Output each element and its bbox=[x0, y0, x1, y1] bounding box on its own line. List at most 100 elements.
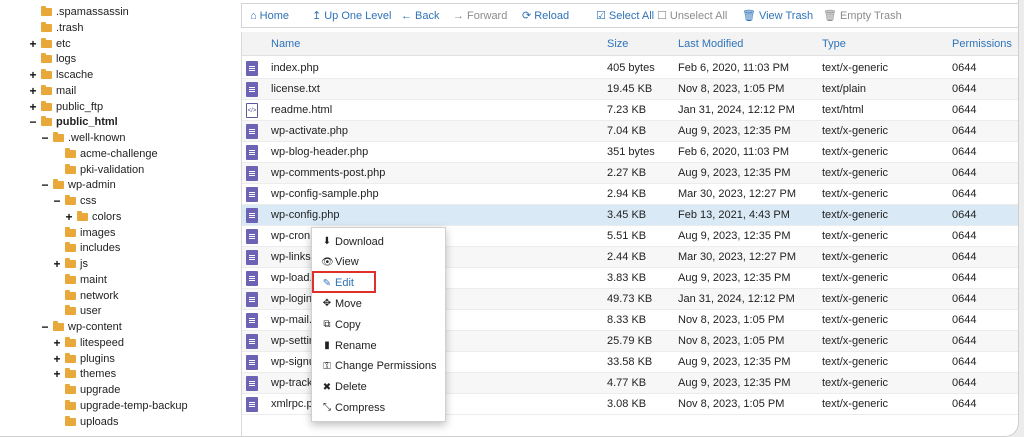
select-all-button[interactable]: ☑ Select All bbox=[596, 6, 654, 26]
cell-modified: Feb 6, 2020, 11:03 PM bbox=[678, 146, 790, 158]
up-one-level-button[interactable]: ↥ Up One Level bbox=[312, 6, 391, 26]
tree-item[interactable]: + etc bbox=[28, 36, 70, 52]
tree-item[interactable]: acme-challenge bbox=[52, 146, 158, 162]
toolbar-button-label: Up One Level bbox=[324, 9, 392, 22]
tree-item-label: uploads bbox=[80, 415, 119, 428]
left-arrow-icon: ← bbox=[401, 9, 412, 22]
tree-item[interactable]: includes bbox=[52, 240, 120, 256]
expand-icon[interactable]: + bbox=[52, 256, 62, 272]
collapse-icon[interactable]: − bbox=[52, 193, 62, 209]
context-menu-item-compress[interactable]: ⤡ Compress bbox=[312, 397, 447, 418]
expand-icon[interactable]: + bbox=[64, 209, 74, 225]
tree-item-label: js bbox=[80, 258, 88, 270]
context-menu-item-edit[interactable]: ✎ Edit bbox=[312, 273, 447, 294]
tree-item[interactable]: + js bbox=[52, 256, 88, 272]
table-row[interactable]: wp-config.php 3.45 KB Feb 13, 2021, 4:43 P… bbox=[242, 205, 1018, 226]
tree-item[interactable]: + themes bbox=[52, 366, 116, 382]
table-row[interactable]: license.txt 19.45 KB Nov 8, 2023, 1:05 PM t… bbox=[242, 79, 1018, 100]
tree-item[interactable]: .trash bbox=[28, 20, 84, 36]
folder-icon bbox=[41, 84, 52, 95]
folder-icon bbox=[65, 415, 76, 426]
expand-icon[interactable]: + bbox=[28, 83, 38, 99]
column-permissions-header[interactable]: Permissions bbox=[952, 32, 1012, 56]
tree-item[interactable]: − public_html bbox=[28, 114, 117, 130]
tree-item[interactable]: − wp-content bbox=[40, 319, 121, 335]
tree-item[interactable]: .spamassassin bbox=[28, 4, 129, 20]
tree-item[interactable]: logs bbox=[28, 51, 76, 67]
folder-icon bbox=[41, 6, 52, 16]
unselect-all-button[interactable]: ☐ Unselect All bbox=[657, 6, 727, 26]
context-menu-item-rename[interactable]: ▮ Rename bbox=[312, 335, 447, 356]
collapse-icon[interactable]: − bbox=[28, 114, 38, 130]
cell-perm: 0644 bbox=[952, 335, 977, 347]
toolbar-button-label: View Trash bbox=[758, 9, 814, 22]
tree-item[interactable]: + colors bbox=[64, 209, 121, 225]
folder-icon bbox=[65, 384, 76, 394]
context-menu-item-move[interactable]: ✥ Move bbox=[312, 293, 447, 314]
column-name-header[interactable]: Name bbox=[271, 32, 300, 56]
text-file-icon bbox=[246, 145, 258, 160]
text-file-icon bbox=[246, 376, 258, 391]
folder-icon bbox=[65, 195, 76, 205]
table-row[interactable]: wp-config-sample.php 2.94 KB Mar 30, 2023,… bbox=[242, 184, 1018, 205]
view-trash-button[interactable]: 🗑 View Trash bbox=[742, 6, 813, 26]
tree-item[interactable]: − wp-admin bbox=[40, 177, 115, 193]
empty-box-icon: ☐ bbox=[657, 10, 667, 22]
folder-icon bbox=[65, 289, 76, 300]
cell-size: 2.94 KB bbox=[607, 188, 647, 200]
cell-size: 33.58 KB bbox=[607, 356, 653, 368]
home-button[interactable]: ⌂ Home bbox=[250, 6, 289, 26]
tree-item[interactable]: + mail bbox=[28, 83, 76, 99]
column-modified-header[interactable]: Last Modified bbox=[678, 32, 743, 56]
cell-type: text/x-generic bbox=[822, 230, 889, 242]
forward-button[interactable]: → Forward bbox=[453, 6, 507, 26]
table-row[interactable]: index.php 405 bytes Feb 6, 2020, 11:03 PM t… bbox=[242, 58, 1018, 79]
tree-item-label: themes bbox=[80, 368, 117, 381]
collapse-icon[interactable]: − bbox=[40, 319, 50, 335]
toolbar-button-label: Home bbox=[259, 9, 289, 22]
context-menu-item-delete[interactable]: ✖ Delete bbox=[312, 377, 447, 398]
reload-button[interactable]: ⟳ Reload bbox=[522, 6, 569, 26]
cell-modified: Mar 30, 2023, 12:27 PM bbox=[678, 251, 797, 263]
tree-item[interactable]: + public_ftp bbox=[28, 99, 103, 115]
tree-item[interactable]: upgrade-temp-backup bbox=[52, 398, 188, 414]
empty-trash-button[interactable]: 🗑 Empty Trash bbox=[823, 6, 902, 26]
back-button[interactable]: ← Back bbox=[401, 6, 439, 26]
tree-item[interactable]: images bbox=[52, 225, 115, 241]
tree-item[interactable]: maint bbox=[52, 272, 107, 288]
expand-icon[interactable]: + bbox=[52, 351, 62, 367]
tree-item[interactable]: − .well-known bbox=[40, 130, 125, 146]
column-size-header[interactable]: Size bbox=[607, 32, 628, 56]
tree-item[interactable]: pki-validation bbox=[52, 162, 144, 178]
expand-icon[interactable]: + bbox=[28, 67, 38, 83]
tree-item[interactable]: network bbox=[52, 288, 119, 304]
cell-name: wp-blog-header.php bbox=[271, 146, 369, 158]
tree-item[interactable]: + plugins bbox=[52, 351, 114, 367]
column-type-header[interactable]: Type bbox=[822, 32, 846, 56]
tree-item-label: upgrade bbox=[80, 384, 121, 396]
tree-item[interactable]: user bbox=[52, 303, 101, 319]
table-row[interactable]: wp-blog-header.php 351 bytes Feb 6, 2020, … bbox=[242, 142, 1018, 163]
context-menu-item-download[interactable]: ⬇ Download bbox=[312, 231, 447, 252]
tree-item[interactable]: + litespeed bbox=[52, 335, 124, 351]
context-menu-item-view[interactable]: 👁 View bbox=[312, 252, 447, 273]
x-icon: ✖ bbox=[322, 381, 332, 393]
expand-icon[interactable]: + bbox=[28, 99, 38, 115]
cell-type: text/x-generic bbox=[822, 398, 889, 410]
expand-icon[interactable]: + bbox=[28, 36, 38, 52]
expand-icon[interactable]: + bbox=[52, 335, 62, 351]
html-file-icon bbox=[246, 103, 258, 118]
tree-item[interactable]: − css bbox=[52, 193, 96, 209]
tree-item[interactable]: + lscache bbox=[28, 67, 93, 83]
collapse-icon[interactable]: − bbox=[40, 130, 50, 146]
collapse-icon[interactable]: − bbox=[40, 177, 50, 193]
context-menu-item-change-permissions[interactable]: ⚿ Change Permissions bbox=[312, 356, 447, 377]
tree-item[interactable]: uploads bbox=[52, 414, 119, 430]
cell-perm: 0644 bbox=[952, 293, 977, 305]
table-row[interactable]: wp-activate.php 7.04 KB Aug 9, 2023, 12:35… bbox=[242, 121, 1018, 142]
context-menu-item-copy[interactable]: ⧉ Copy bbox=[312, 314, 447, 335]
tree-item[interactable]: upgrade bbox=[52, 382, 120, 398]
table-row[interactable]: wp-comments-post.php 2.27 KB Aug 9, 2023, … bbox=[242, 163, 1018, 184]
table-row[interactable]: readme.html 7.23 KB Jan 31, 2024, 12:12 PM… bbox=[242, 100, 1018, 121]
expand-icon[interactable]: + bbox=[52, 366, 62, 382]
